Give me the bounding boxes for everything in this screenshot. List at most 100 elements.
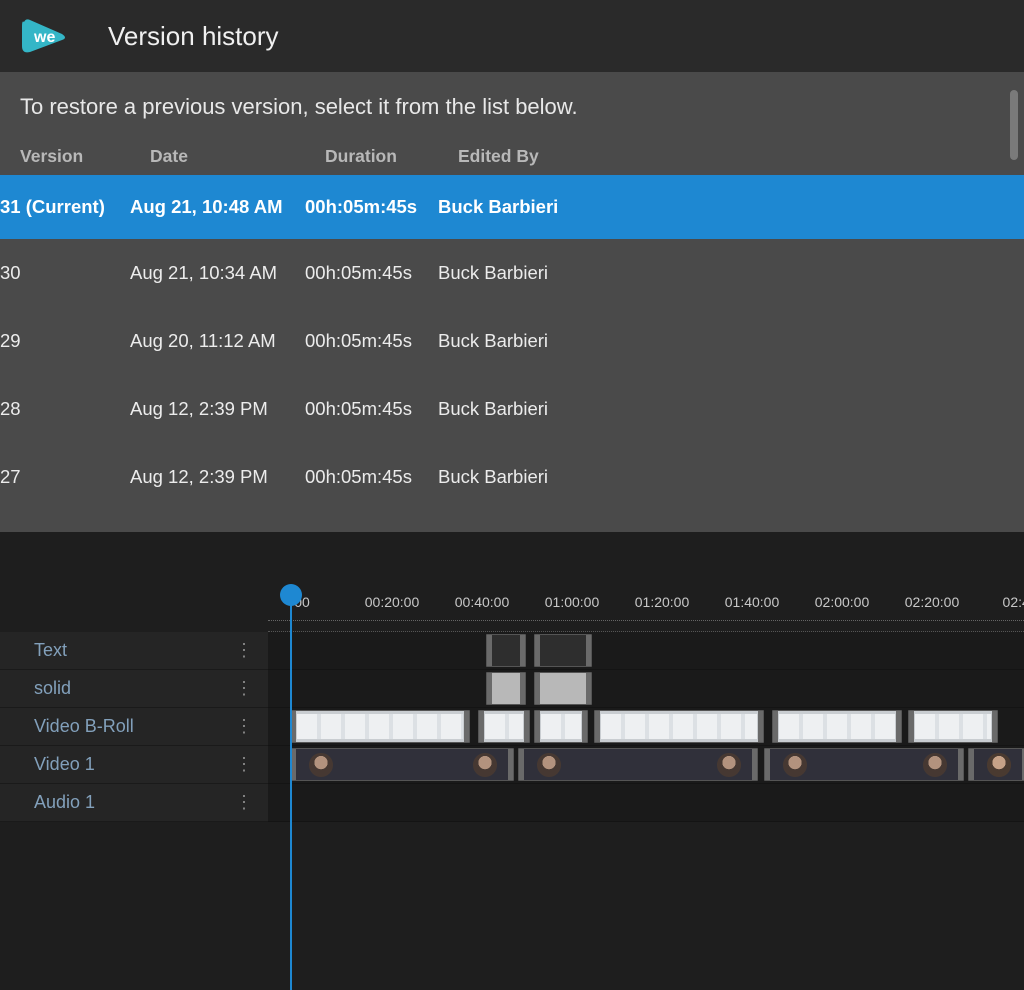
clip[interactable] bbox=[764, 748, 964, 781]
duration-cell: 00h:05m:45s bbox=[305, 398, 438, 420]
clip-handle-left[interactable] bbox=[487, 635, 492, 666]
clip-handle-right[interactable] bbox=[752, 749, 757, 780]
track-labels: Text⋮solid⋮Video B-Roll⋮Video 1⋮Audio 1⋮ bbox=[0, 632, 268, 822]
clip-handle-right[interactable] bbox=[958, 749, 963, 780]
clip[interactable] bbox=[594, 710, 764, 743]
clip[interactable] bbox=[534, 672, 592, 705]
clip-handle-right[interactable] bbox=[586, 635, 591, 666]
track-name: Video 1 bbox=[34, 754, 95, 775]
clip-handle-right[interactable] bbox=[524, 711, 529, 742]
track-label-row: Text⋮ bbox=[0, 632, 268, 670]
ruler-tick: 01:00:00 bbox=[545, 594, 600, 610]
clip-thumb bbox=[297, 714, 463, 739]
clip-handle-left[interactable] bbox=[535, 635, 540, 666]
track-label-row: Video B-Roll ⋮ bbox=[0, 708, 268, 746]
clip[interactable] bbox=[486, 634, 526, 667]
clip-thumb bbox=[601, 714, 757, 739]
version-row[interactable]: 29Aug 20, 11:12 AM00h:05m:45sBuck Barbie… bbox=[0, 307, 1024, 375]
clip-handle-right[interactable] bbox=[758, 711, 763, 742]
track-row[interactable] bbox=[268, 746, 1024, 784]
track-more-icon[interactable]: ⋮ bbox=[235, 792, 252, 813]
version-row[interactable]: 28Aug 12, 2:39 PM00h:05m:45sBuck Barbier… bbox=[0, 375, 1024, 443]
version-cell: 29 bbox=[0, 330, 130, 352]
edited-by-cell: Buck Barbieri bbox=[438, 330, 1024, 352]
track-row[interactable] bbox=[268, 670, 1024, 708]
clip[interactable] bbox=[968, 748, 1024, 781]
date-cell: Aug 21, 10:48 AM bbox=[130, 196, 305, 218]
clip-handle-left[interactable] bbox=[479, 711, 484, 742]
track-row[interactable] bbox=[268, 632, 1024, 670]
track-more-icon[interactable]: ⋮ bbox=[235, 640, 252, 661]
clip-thumb bbox=[541, 714, 581, 739]
ruler-tick: 01:40:00 bbox=[725, 594, 780, 610]
duration-cell: 00h:05m:45s bbox=[305, 196, 438, 218]
clip-handle-right[interactable] bbox=[992, 711, 997, 742]
version-row[interactable]: 31 (Current)Aug 21, 10:48 AM00h:05m:45sB… bbox=[0, 175, 1024, 239]
clip-handle-right[interactable] bbox=[508, 749, 513, 780]
clip-handle-right[interactable] bbox=[896, 711, 901, 742]
clip[interactable] bbox=[772, 710, 902, 743]
clip[interactable] bbox=[290, 710, 470, 743]
clip-handle-left[interactable] bbox=[909, 711, 914, 742]
clip[interactable] bbox=[290, 748, 514, 781]
clip-thumb bbox=[987, 753, 1011, 777]
edited-by-cell: Buck Barbieri bbox=[438, 466, 1024, 488]
clip-thumb bbox=[485, 714, 523, 739]
duration-cell: 00h:05m:45s bbox=[305, 262, 438, 284]
clip[interactable] bbox=[534, 634, 592, 667]
version-history-panel: To restore a previous version, select it… bbox=[0, 72, 1024, 532]
clip-handle-left[interactable] bbox=[595, 711, 600, 742]
clip-thumb bbox=[915, 714, 991, 739]
track-more-icon[interactable]: ⋮ bbox=[235, 716, 252, 737]
clip-handle-left[interactable] bbox=[773, 711, 778, 742]
clip-handle-left[interactable] bbox=[969, 749, 974, 780]
version-row[interactable]: 30Aug 21, 10:34 AM00h:05m:45sBuck Barbie… bbox=[0, 239, 1024, 307]
scrollbar-thumb[interactable] bbox=[1010, 90, 1018, 160]
ruler-tick: 02:00:00 bbox=[815, 594, 870, 610]
version-row[interactable]: 27Aug 12, 2:39 PM00h:05m:45sBuck Barbier… bbox=[0, 443, 1024, 511]
version-cell: 31 (Current) bbox=[0, 196, 130, 218]
clip-thumb bbox=[923, 753, 947, 777]
table-header: Version Date Duration Edited By bbox=[20, 146, 1004, 175]
version-list: 31 (Current)Aug 21, 10:48 AM00h:05m:45sB… bbox=[0, 175, 1024, 511]
playhead[interactable] bbox=[290, 590, 292, 990]
timeline-ruler[interactable]: 0000:20:0000:40:0001:00:0001:20:0001:40:… bbox=[268, 590, 1024, 632]
edited-by-cell: Buck Barbieri bbox=[438, 262, 1024, 284]
playhead-knob-icon[interactable] bbox=[280, 584, 302, 606]
clip[interactable] bbox=[908, 710, 998, 743]
track-name: Video B-Roll bbox=[34, 716, 134, 737]
track-more-icon[interactable]: ⋮ bbox=[235, 678, 252, 699]
clip-handle-right[interactable] bbox=[586, 673, 591, 704]
col-header-version: Version bbox=[20, 146, 150, 167]
ruler-tick: 00:40:00 bbox=[455, 594, 510, 610]
clip-handle-right[interactable] bbox=[520, 635, 525, 666]
track-content[interactable] bbox=[268, 632, 1024, 822]
clip[interactable] bbox=[478, 710, 530, 743]
title-bar: we Version history bbox=[0, 0, 1024, 72]
clip-handle-right[interactable] bbox=[520, 673, 525, 704]
panel-instruction: To restore a previous version, select it… bbox=[20, 94, 1004, 120]
track-row[interactable] bbox=[268, 784, 1024, 822]
clip-handle-right[interactable] bbox=[582, 711, 587, 742]
clip[interactable] bbox=[518, 748, 758, 781]
clip-handle-left[interactable] bbox=[765, 749, 770, 780]
clip-handle-left[interactable] bbox=[519, 749, 524, 780]
ruler-tick: 00:20:00 bbox=[365, 594, 420, 610]
col-header-edited-by: Edited By bbox=[458, 146, 1004, 167]
clip-handle-left[interactable] bbox=[535, 673, 540, 704]
track-name: Audio 1 bbox=[34, 792, 95, 813]
track-more-icon[interactable]: ⋮ bbox=[235, 754, 252, 775]
clip-handle-left[interactable] bbox=[535, 711, 540, 742]
clip-handle-left[interactable] bbox=[487, 673, 492, 704]
clip[interactable] bbox=[534, 710, 588, 743]
clip-thumb bbox=[717, 753, 741, 777]
clip-thumb bbox=[783, 753, 807, 777]
clip-thumb bbox=[537, 753, 561, 777]
ruler-tick: 01:20:00 bbox=[635, 594, 690, 610]
clip-handle-right[interactable] bbox=[464, 711, 469, 742]
track-row[interactable] bbox=[268, 708, 1024, 746]
edited-by-cell: Buck Barbieri bbox=[438, 196, 1024, 218]
date-cell: Aug 21, 10:34 AM bbox=[130, 262, 305, 284]
clip[interactable] bbox=[486, 672, 526, 705]
ruler-tick: 02:20:00 bbox=[905, 594, 960, 610]
